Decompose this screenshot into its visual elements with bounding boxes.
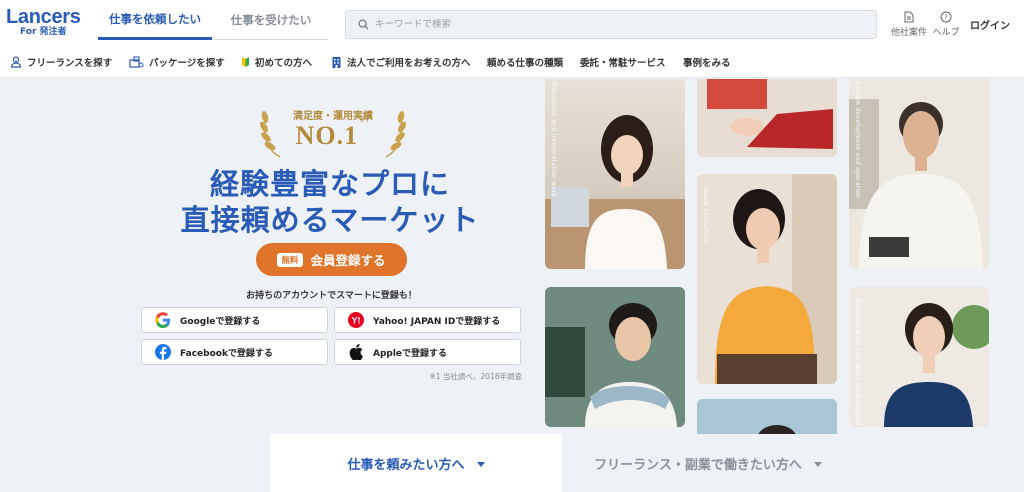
chevron-down-icon: [476, 462, 485, 467]
nav-work-types[interactable]: 頼める仕事の種類: [487, 54, 563, 70]
photo-partial-bottom: [697, 399, 837, 434]
document-icon: [904, 11, 914, 23]
nav-find-packages[interactable]: パッケージを探す: [129, 54, 225, 70]
desk-illustration: [697, 79, 837, 157]
yahoo-register-button[interactable]: Y! Yahoo! JAPAN IDで登録する: [334, 307, 521, 333]
yahoo-icon: Y!: [347, 312, 364, 329]
nav-label: 初めての方へ: [255, 58, 313, 69]
apple-icon: [347, 344, 364, 361]
search-box[interactable]: [345, 10, 877, 39]
top-header: Lancers For 発注者 仕事を依頼したい 仕事を受けたい 他社案件 ? …: [0, 0, 1024, 46]
register-button[interactable]: 無料 会員登録する: [256, 243, 407, 276]
photo-caption: Business work and office work support: [854, 299, 861, 427]
facebook-register-label: Facebookで登録する: [180, 348, 273, 359]
logo-subtitle: For 発注者: [20, 27, 67, 37]
person-illustration: [697, 399, 837, 434]
google-register-label: Googleで登録する: [180, 316, 261, 327]
help-icon: ?: [940, 11, 952, 23]
apple-register-button[interactable]: Appleで登録する: [334, 339, 521, 365]
photo-laptop-desk: [697, 79, 837, 157]
person-illustration: [849, 287, 989, 427]
other-cases-button[interactable]: 他社案件: [889, 11, 929, 38]
search-icon: [358, 15, 369, 34]
photo-man-laptop: [545, 287, 685, 427]
tab-label: フリーランス・副業で働きたい方へ: [594, 457, 802, 473]
tab-for-clients[interactable]: 仕事を頼みたい方へ: [270, 434, 562, 492]
photo-developer-man: System development and operation: [849, 79, 989, 269]
nav-label: パッケージを探す: [149, 58, 225, 69]
person-illustration: [545, 115, 685, 269]
hero-headline-line-2: 直接頼めるマーケット: [180, 203, 480, 237]
nav-case-studies[interactable]: 事例をみる: [683, 54, 731, 70]
audience-tabs: 仕事を頼みたい方へ フリーランス・副業で働きたい方へ: [0, 434, 1024, 492]
register-label: 会員登録する: [310, 253, 386, 268]
nav-find-freelancers[interactable]: フリーランスを探す: [10, 54, 112, 70]
facebook-icon: [154, 344, 171, 361]
social-login-lead: お持ちのアカウントでスマートに登録も！: [246, 291, 417, 301]
search-input[interactable]: [375, 19, 855, 30]
help-label: ヘルプ: [932, 28, 960, 38]
help-button[interactable]: ? ヘルプ: [929, 11, 963, 38]
photo-caption: Translation and interpretation work: [550, 81, 557, 198]
photo-caption: System development and operation: [854, 81, 861, 199]
photo-woman-yellow: Image production: [697, 174, 837, 384]
nav-corporate[interactable]: 法人でご利用をお考えの方へ: [331, 54, 471, 70]
other-cases-label: 他社案件: [890, 28, 927, 38]
svg-text:Y!: Y!: [351, 316, 360, 326]
login-button[interactable]: ログイン: [970, 17, 1010, 32]
tab-receive-work[interactable]: 仕事を受けたい: [214, 0, 328, 40]
photo-caption: Image production: [702, 186, 709, 244]
tab-label: 仕事を頼みたい方へ: [347, 457, 465, 473]
survey-footnote: ※1 当社調べ。2018年調査: [429, 372, 522, 381]
award-badge: 満足度・運用実績 NO.1※1: [258, 103, 408, 165]
chevron-down-icon: [813, 462, 822, 467]
facebook-register-button[interactable]: Facebookで登録する: [141, 339, 328, 365]
hero-section: 満足度・運用実績 NO.1※1 経験豊富なプロに 直接頼めるマーケット 無料 会…: [0, 79, 1024, 434]
free-badge: 無料: [277, 252, 303, 267]
building-icon: [332, 56, 341, 68]
award-footnote-mark: ※1: [359, 116, 371, 125]
nav-beginners[interactable]: 初めての方へ: [241, 54, 312, 70]
nav-label: フリーランスを探す: [27, 58, 113, 69]
photo-translator-woman: Translation and interpretation work: [545, 79, 685, 269]
award-title: NO.1※1: [258, 116, 408, 151]
nav-outsourcing-service[interactable]: 委託・常駐サービス: [580, 54, 666, 70]
apple-register-label: Appleで登録する: [373, 348, 448, 359]
package-icon: [129, 56, 144, 68]
google-icon: [154, 312, 171, 329]
person-icon: [10, 56, 22, 68]
lancers-logo[interactable]: Lancers For 発注者: [6, 7, 86, 38]
yahoo-register-label: Yahoo! JAPAN IDで登録する: [373, 316, 501, 327]
sub-navigation: フリーランスを探す パッケージを探す 初めての方へ 法人でご利用をお考えの方へ …: [0, 46, 1024, 78]
award-main-text: NO.1: [295, 121, 359, 150]
tab-for-freelancers[interactable]: フリーランス・副業で働きたい方へ: [562, 434, 854, 492]
beginner-mark-icon: [242, 57, 249, 67]
svg-text:?: ?: [944, 14, 948, 22]
photo-business-woman: Business work and office work support: [849, 287, 989, 427]
person-illustration: [697, 174, 837, 384]
person-illustration: [545, 287, 685, 427]
person-illustration: [849, 79, 989, 269]
google-register-button[interactable]: Googleで登録する: [141, 307, 328, 333]
nav-label: 法人でご利用をお考えの方へ: [347, 58, 471, 69]
logo-wordmark: Lancers: [6, 6, 81, 28]
tab-request-work[interactable]: 仕事を依頼したい: [98, 0, 212, 40]
award-caption: 満足度・運用実績: [293, 111, 373, 122]
